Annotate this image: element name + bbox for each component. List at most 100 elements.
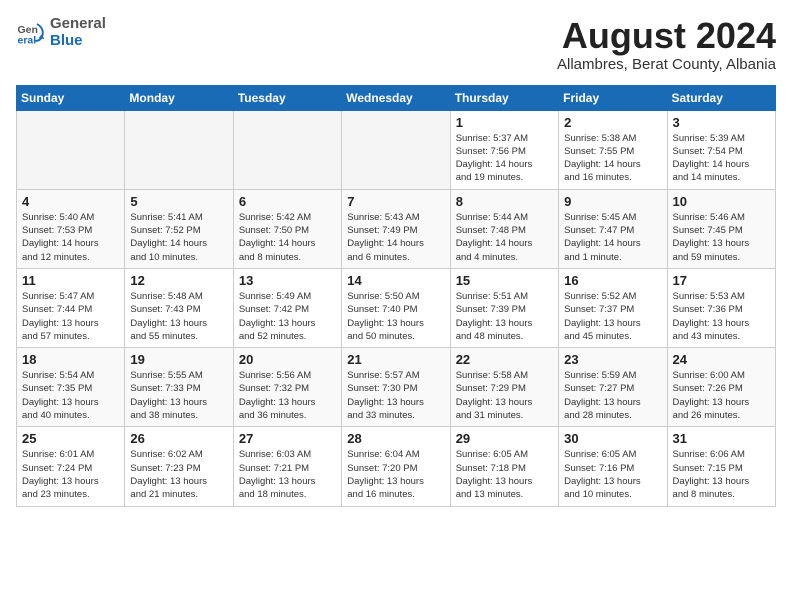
calendar-table: SundayMondayTuesdayWednesdayThursdayFrid… (16, 85, 776, 507)
day-info: Sunrise: 5:41 AM Sunset: 7:52 PM Dayligh… (130, 211, 227, 264)
day-info: Sunrise: 6:05 AM Sunset: 7:16 PM Dayligh… (564, 448, 661, 501)
day-number: 19 (130, 352, 227, 367)
day-info: Sunrise: 6:05 AM Sunset: 7:18 PM Dayligh… (456, 448, 553, 501)
day-number: 31 (673, 431, 770, 446)
calendar-cell: 14 Sunrise: 5:50 AM Sunset: 7:40 PM Dayli… (342, 268, 450, 347)
calendar-cell: 27 Sunrise: 6:03 AM Sunset: 7:21 PM Dayli… (233, 427, 341, 506)
logo: Gen eral General Blue (16, 16, 106, 49)
calendar-cell: 23 Sunrise: 5:59 AM Sunset: 7:27 PM Dayli… (559, 348, 667, 427)
calendar-cell: 1Sunrise: 5:37 AM Sunset: 7:56 PM Daylig… (450, 110, 558, 189)
day-number: 21 (347, 352, 444, 367)
calendar-cell: 26Sunrise: 6:02 AM Sunset: 7:23 PM Dayli… (125, 427, 233, 506)
weekday-header-thursday: Thursday (450, 85, 558, 110)
day-number: 6 (239, 194, 336, 209)
day-number: 7 (347, 194, 444, 209)
calendar-cell: 11Sunrise: 5:47 AM Sunset: 7:44 PM Dayli… (17, 268, 125, 347)
weekday-header-monday: Monday (125, 85, 233, 110)
weekday-header-sunday: Sunday (17, 85, 125, 110)
day-info: Sunrise: 6:00 AM Sunset: 7:26 PM Dayligh… (673, 369, 770, 422)
day-number: 12 (130, 273, 227, 288)
day-number: 27 (239, 431, 336, 446)
day-number: 9 (564, 194, 661, 209)
calendar-cell: 28 Sunrise: 6:04 AM Sunset: 7:20 PM Dayli… (342, 427, 450, 506)
day-number: 18 (22, 352, 119, 367)
day-info: Sunrise: 5:37 AM Sunset: 7:56 PM Dayligh… (456, 132, 553, 185)
calendar-cell: 17Sunrise: 5:53 AM Sunset: 7:36 PM Dayli… (667, 268, 775, 347)
calendar-cell: 12 Sunrise: 5:48 AM Sunset: 7:43 PM Dayli… (125, 268, 233, 347)
day-number: 25 (22, 431, 119, 446)
calendar-cell: 4 Sunrise: 5:40 AM Sunset: 7:53 PM Daylig… (17, 189, 125, 268)
logo-icon: Gen eral (16, 18, 46, 48)
calendar-week-row: 1Sunrise: 5:37 AM Sunset: 7:56 PM Daylig… (17, 110, 776, 189)
calendar-week-row: 18 Sunrise: 5:54 AM Sunset: 7:35 PM Dayli… (17, 348, 776, 427)
calendar-cell (125, 110, 233, 189)
day-info: Sunrise: 5:39 AM Sunset: 7:54 PM Dayligh… (673, 132, 770, 185)
day-info: Sunrise: 5:52 AM Sunset: 7:37 PM Dayligh… (564, 290, 661, 343)
calendar-cell: 5 Sunrise: 5:41 AM Sunset: 7:52 PM Daylig… (125, 189, 233, 268)
day-info: Sunrise: 5:57 AM Sunset: 7:30 PM Dayligh… (347, 369, 444, 422)
day-number: 15 (456, 273, 553, 288)
svg-text:eral: eral (18, 34, 37, 46)
weekday-header-row: SundayMondayTuesdayWednesdayThursdayFrid… (17, 85, 776, 110)
calendar-cell: 25Sunrise: 6:01 AM Sunset: 7:24 PM Dayli… (17, 427, 125, 506)
day-info: Sunrise: 5:55 AM Sunset: 7:33 PM Dayligh… (130, 369, 227, 422)
day-info: Sunrise: 6:06 AM Sunset: 7:15 PM Dayligh… (673, 448, 770, 501)
day-info: Sunrise: 5:48 AM Sunset: 7:43 PM Dayligh… (130, 290, 227, 343)
calendar-cell: 16 Sunrise: 5:52 AM Sunset: 7:37 PM Dayli… (559, 268, 667, 347)
day-info: Sunrise: 5:45 AM Sunset: 7:47 PM Dayligh… (564, 211, 661, 264)
page-header: Gen eral General Blue August 2024 Allamb… (16, 16, 776, 73)
day-number: 23 (564, 352, 661, 367)
day-info: Sunrise: 5:42 AM Sunset: 7:50 PM Dayligh… (239, 211, 336, 264)
day-number: 28 (347, 431, 444, 446)
day-number: 26 (130, 431, 227, 446)
calendar-cell: 30 Sunrise: 6:05 AM Sunset: 7:16 PM Dayli… (559, 427, 667, 506)
day-info: Sunrise: 5:56 AM Sunset: 7:32 PM Dayligh… (239, 369, 336, 422)
day-number: 2 (564, 115, 661, 130)
day-number: 5 (130, 194, 227, 209)
title-area: August 2024 Allambres, Berat County, Alb… (557, 16, 776, 73)
day-number: 10 (673, 194, 770, 209)
day-number: 24 (673, 352, 770, 367)
day-info: Sunrise: 5:54 AM Sunset: 7:35 PM Dayligh… (22, 369, 119, 422)
day-info: Sunrise: 5:59 AM Sunset: 7:27 PM Dayligh… (564, 369, 661, 422)
calendar-cell (342, 110, 450, 189)
day-info: Sunrise: 6:04 AM Sunset: 7:20 PM Dayligh… (347, 448, 444, 501)
calendar-week-row: 4 Sunrise: 5:40 AM Sunset: 7:53 PM Daylig… (17, 189, 776, 268)
day-number: 3 (673, 115, 770, 130)
calendar-header: SundayMondayTuesdayWednesdayThursdayFrid… (17, 85, 776, 110)
day-number: 4 (22, 194, 119, 209)
day-number: 11 (22, 273, 119, 288)
month-title: August 2024 (557, 16, 776, 56)
day-number: 16 (564, 273, 661, 288)
calendar-cell: 8Sunrise: 5:44 AM Sunset: 7:48 PM Daylig… (450, 189, 558, 268)
calendar-body: 1Sunrise: 5:37 AM Sunset: 7:56 PM Daylig… (17, 110, 776, 506)
day-info: Sunrise: 5:40 AM Sunset: 7:53 PM Dayligh… (22, 211, 119, 264)
calendar-cell: 24 Sunrise: 6:00 AM Sunset: 7:26 PM Dayli… (667, 348, 775, 427)
day-info: Sunrise: 6:03 AM Sunset: 7:21 PM Dayligh… (239, 448, 336, 501)
calendar-cell: 19 Sunrise: 5:55 AM Sunset: 7:33 PM Dayli… (125, 348, 233, 427)
calendar-cell: 20Sunrise: 5:56 AM Sunset: 7:32 PM Dayli… (233, 348, 341, 427)
calendar-cell: 10 Sunrise: 5:46 AM Sunset: 7:45 PM Dayli… (667, 189, 775, 268)
logo-general: General (50, 16, 106, 33)
calendar-cell: 21 Sunrise: 5:57 AM Sunset: 7:30 PM Dayli… (342, 348, 450, 427)
calendar-week-row: 25Sunrise: 6:01 AM Sunset: 7:24 PM Dayli… (17, 427, 776, 506)
calendar-cell: 31 Sunrise: 6:06 AM Sunset: 7:15 PM Dayli… (667, 427, 775, 506)
calendar-cell: 13Sunrise: 5:49 AM Sunset: 7:42 PM Dayli… (233, 268, 341, 347)
day-number: 14 (347, 273, 444, 288)
day-info: Sunrise: 5:58 AM Sunset: 7:29 PM Dayligh… (456, 369, 553, 422)
calendar-week-row: 11Sunrise: 5:47 AM Sunset: 7:44 PM Dayli… (17, 268, 776, 347)
day-info: Sunrise: 5:49 AM Sunset: 7:42 PM Dayligh… (239, 290, 336, 343)
calendar-cell (233, 110, 341, 189)
day-info: Sunrise: 5:43 AM Sunset: 7:49 PM Dayligh… (347, 211, 444, 264)
logo-blue: Blue (50, 33, 106, 50)
day-info: Sunrise: 5:50 AM Sunset: 7:40 PM Dayligh… (347, 290, 444, 343)
day-info: Sunrise: 5:46 AM Sunset: 7:45 PM Dayligh… (673, 211, 770, 264)
calendar-cell: 22 Sunrise: 5:58 AM Sunset: 7:29 PM Dayli… (450, 348, 558, 427)
calendar-cell (17, 110, 125, 189)
day-number: 8 (456, 194, 553, 209)
day-number: 22 (456, 352, 553, 367)
day-info: Sunrise: 5:51 AM Sunset: 7:39 PM Dayligh… (456, 290, 553, 343)
day-info: Sunrise: 5:53 AM Sunset: 7:36 PM Dayligh… (673, 290, 770, 343)
calendar-cell: 15 Sunrise: 5:51 AM Sunset: 7:39 PM Dayli… (450, 268, 558, 347)
day-number: 30 (564, 431, 661, 446)
